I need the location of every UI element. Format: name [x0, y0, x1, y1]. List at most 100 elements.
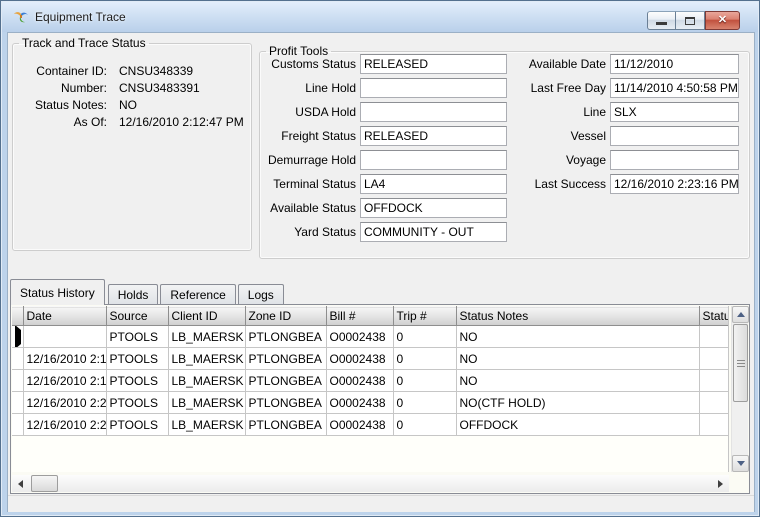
- cell-trip[interactable]: 0: [393, 413, 457, 436]
- cell-status2[interactable]: [699, 369, 728, 392]
- cell-status-notes[interactable]: NO: [456, 369, 700, 392]
- cell-bill[interactable]: O0002438: [326, 325, 394, 348]
- terminal-status-field[interactable]: LA4: [360, 174, 507, 194]
- window-buttons: ✕: [647, 11, 740, 30]
- cell-zone-id[interactable]: PTLONGBEA: [245, 413, 327, 436]
- cell-source[interactable]: PTOOLS: [106, 347, 169, 370]
- cell-status-notes[interactable]: NO(CTF HOLD): [456, 391, 700, 414]
- cell-trip[interactable]: 0: [393, 369, 457, 392]
- bottom-status-strip: [8, 495, 754, 512]
- row-selector[interactable]: [12, 413, 24, 436]
- cell-date[interactable]: 12/16/2010 2:2: [23, 391, 107, 414]
- demurrage-hold-label: Demurrage Hold: [267, 153, 356, 167]
- cell-source[interactable]: PTOOLS: [106, 369, 169, 392]
- cell-bill[interactable]: O0002438: [326, 369, 394, 392]
- cell-status-notes[interactable]: NO: [456, 325, 700, 348]
- voyage-label: Voyage: [565, 153, 606, 167]
- col-header-status2[interactable]: Statu: [699, 306, 728, 326]
- cell-zone-id[interactable]: PTLONGBEA: [245, 347, 327, 370]
- row-selector[interactable]: [12, 391, 24, 414]
- maximize-button[interactable]: [676, 11, 705, 30]
- line-label: Line: [583, 105, 606, 119]
- window-title: Equipment Trace: [35, 10, 126, 24]
- last-free-day-field[interactable]: 11/14/2010 4:50:58 PM: [610, 78, 739, 98]
- vertical-scrollbar[interactable]: [731, 306, 749, 472]
- cell-zone-id[interactable]: PTLONGBEA: [245, 325, 327, 348]
- tab-status-history[interactable]: Status History: [10, 279, 105, 305]
- col-header-source[interactable]: Source: [106, 306, 169, 326]
- col-header-date[interactable]: Date: [23, 306, 107, 326]
- cell-source[interactable]: PTOOLS: [106, 391, 169, 414]
- cell-status2[interactable]: [699, 413, 728, 436]
- available-date-field[interactable]: 11/12/2010: [610, 54, 739, 74]
- close-button[interactable]: ✕: [705, 11, 740, 30]
- cell-status-notes[interactable]: NO: [456, 347, 700, 370]
- freight-status-field[interactable]: RELEASED: [360, 126, 507, 146]
- minimize-button[interactable]: [647, 11, 676, 30]
- usda-hold-field[interactable]: [360, 102, 507, 122]
- line-hold-field[interactable]: [360, 78, 507, 98]
- cell-client-id[interactable]: LB_MAERSK: [168, 391, 246, 414]
- equipment-trace-window: Equipment Trace ✕ Track and Trace Status…: [0, 0, 760, 517]
- cell-status2[interactable]: [699, 325, 728, 348]
- scroll-up-button[interactable]: [732, 306, 749, 323]
- last-success-field[interactable]: 12/16/2010 2:23:16 PM: [610, 174, 739, 194]
- last-success-label: Last Success: [534, 177, 606, 191]
- titlebar[interactable]: Equipment Trace ✕: [2, 2, 758, 32]
- scroll-left-button[interactable]: [12, 475, 29, 492]
- cell-trip[interactable]: 0: [393, 391, 457, 414]
- col-header-status-notes[interactable]: Status Notes: [456, 306, 700, 326]
- container-id-value: CNSU348339: [119, 64, 194, 78]
- col-header-bill[interactable]: Bill #: [326, 306, 394, 326]
- cell-client-id[interactable]: LB_MAERSK: [168, 369, 246, 392]
- cell-status-notes[interactable]: OFFDOCK: [456, 413, 700, 436]
- cell-zone-id[interactable]: PTLONGBEA: [245, 391, 327, 414]
- row-selector[interactable]: [12, 347, 24, 370]
- cell-source[interactable]: PTOOLS: [106, 325, 169, 348]
- cell-trip[interactable]: 0: [393, 347, 457, 370]
- col-header-client-id[interactable]: Client ID: [168, 306, 246, 326]
- scroll-down-button[interactable]: [732, 455, 749, 472]
- table-row: 12/16/2010 2:1 PTOOLS LB_MAERSK PTLONGBE…: [12, 325, 728, 348]
- horizontal-scroll-thumb[interactable]: [31, 475, 58, 492]
- cell-source[interactable]: PTOOLS: [106, 413, 169, 436]
- tab-reference[interactable]: Reference: [160, 284, 236, 305]
- cell-client-id[interactable]: LB_MAERSK: [168, 325, 246, 348]
- cell-date[interactable]: 12/16/2010 2:2: [23, 413, 107, 436]
- table-row: 12/16/2010 2:1 PTOOLS LB_MAERSK PTLONGBE…: [12, 369, 728, 392]
- customs-status-label: Customs Status: [271, 57, 356, 71]
- line-field[interactable]: SLX: [610, 102, 739, 122]
- maximize-icon: [685, 16, 695, 25]
- cell-date[interactable]: 12/16/2010 2:1: [23, 325, 107, 348]
- cell-bill[interactable]: O0002438: [326, 347, 394, 370]
- vertical-scroll-thumb[interactable]: [733, 324, 748, 402]
- customs-status-field[interactable]: RELEASED: [360, 54, 507, 74]
- voyage-field[interactable]: [610, 150, 739, 170]
- cell-trip[interactable]: 0: [393, 325, 457, 348]
- demurrage-hold-field[interactable]: [360, 150, 507, 170]
- cell-status2[interactable]: [699, 391, 728, 414]
- horizontal-scrollbar[interactable]: [12, 475, 729, 492]
- col-header-trip[interactable]: Trip #: [393, 306, 457, 326]
- status-history-panel: Date Source Client ID Zone ID Bill # Tri…: [10, 304, 750, 494]
- cell-date[interactable]: 12/16/2010 2:1: [23, 369, 107, 392]
- tab-holds[interactable]: Holds: [107, 284, 159, 305]
- row-selector[interactable]: [12, 369, 24, 392]
- available-status-field[interactable]: OFFDOCK: [360, 198, 507, 218]
- profit-tools-group: Profit Tools Customs Status RELEASED Lin…: [259, 44, 750, 259]
- container-id-label: Container ID:: [36, 64, 107, 78]
- col-header-zone-id[interactable]: Zone ID: [245, 306, 327, 326]
- cell-client-id[interactable]: LB_MAERSK: [168, 413, 246, 436]
- tab-logs[interactable]: Logs: [237, 284, 284, 305]
- cell-zone-id[interactable]: PTLONGBEA: [245, 369, 327, 392]
- cell-status2[interactable]: [699, 347, 728, 370]
- vessel-field[interactable]: [610, 126, 739, 146]
- cell-client-id[interactable]: LB_MAERSK: [168, 347, 246, 370]
- row-selector[interactable]: [12, 325, 24, 348]
- scroll-right-button[interactable]: [712, 475, 729, 492]
- scroll-down-icon: [736, 461, 745, 466]
- cell-bill[interactable]: O0002438: [326, 391, 394, 414]
- cell-date[interactable]: 12/16/2010 2:1: [23, 347, 107, 370]
- cell-bill[interactable]: O0002438: [326, 413, 394, 436]
- yard-status-field[interactable]: COMMUNITY - OUT: [360, 222, 507, 242]
